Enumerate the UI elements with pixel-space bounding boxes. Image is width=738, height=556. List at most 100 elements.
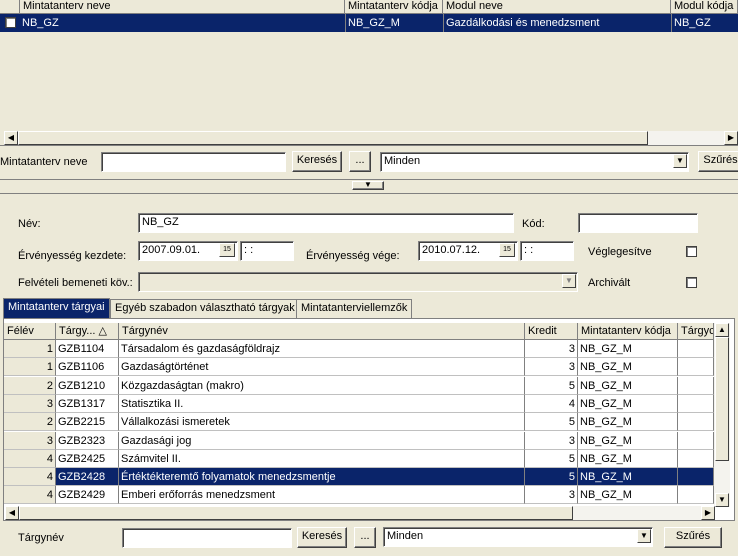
entry-select[interactable]: ▼	[138, 272, 578, 292]
table-row[interactable]: 1 GZB1106 Gazdaságtörténet 3 NB_GZ_M	[4, 358, 714, 377]
table-row[interactable]: 3 GZB1317 Statisztika II. 4 NB_GZ_M	[4, 394, 714, 413]
search-button[interactable]: Keresés	[292, 151, 342, 172]
cell-credit: 5	[525, 449, 578, 468]
cell-plan-code: NB_GZ_M	[578, 394, 678, 413]
finalized-checkbox[interactable]	[686, 246, 697, 257]
tab-characteristics[interactable]: Mintatanterviellemzők	[296, 299, 413, 318]
chevron-down-icon[interactable]: ▼	[637, 529, 651, 543]
scroll-left-icon[interactable]: ◀	[5, 506, 19, 520]
cell-semester: 3	[4, 394, 56, 413]
top-grid-row[interactable]: NB_GZ NB_GZ_M Gazdálkodási és menedzsmen…	[0, 14, 738, 32]
dots-button[interactable]: ...	[349, 151, 371, 172]
valid-to-date-field[interactable]: 2010.07.12. 15	[418, 241, 518, 261]
cell-plan-code: NB_GZ_M	[578, 376, 678, 395]
subject-grid: Félév Tárgy... △ Tárgynév Kredit Mintata…	[3, 318, 735, 521]
scroll-down-icon[interactable]: ▼	[715, 493, 729, 507]
scroll-up-icon[interactable]: ▲	[715, 323, 729, 337]
entry-label: Felvételi bemeneti köv.:	[18, 277, 133, 289]
cell-extra	[678, 358, 714, 377]
cell-plan-code: NB_GZ_M	[578, 358, 678, 377]
calendar-icon[interactable]: 15	[219, 243, 235, 257]
code-field[interactable]	[578, 213, 698, 233]
top-grid-header-code[interactable]: Mintatanterv kódja	[345, 0, 443, 14]
table-row[interactable]: 2 GZB2215 Vállalkozási ismeretek 5 NB_GZ_M	[4, 413, 714, 432]
table-row[interactable]: 1 GZB1104 Társadalom és gazdaságföldrajz 3 N…	[4, 340, 714, 358]
cell-code: GZB2428	[56, 468, 119, 487]
cell-credit: 4	[525, 394, 578, 413]
table-row[interactable]: 4 GZB2429 Emberi erőforrás menedzsment 3 NB_…	[4, 486, 714, 505]
valid-to-date-value: 2010.07.12.	[422, 244, 481, 256]
top-grid-hscrollbar[interactable]: ◀ ▶	[4, 131, 738, 145]
cell-code: GZB2215	[56, 413, 119, 432]
bottom-dots-button[interactable]: ...	[354, 527, 376, 548]
grid-vscrollbar[interactable]: ▲ ▼	[714, 323, 730, 507]
cell-semester: 4	[4, 486, 56, 505]
bottom-search-button[interactable]: Keresés	[297, 527, 347, 548]
bottom-filter-select[interactable]: Minden ▼	[383, 527, 653, 547]
cell-extra	[678, 468, 714, 487]
row-checkbox[interactable]	[5, 17, 16, 28]
cell-name: Statisztika II.	[119, 394, 525, 413]
cell-credit: 3	[525, 486, 578, 505]
filter-select[interactable]: Minden ▼	[380, 152, 689, 172]
top-grid-corner	[0, 0, 20, 14]
valid-from-date-field[interactable]: 2007.09.01. 15	[138, 241, 238, 261]
cell-semester: 3	[4, 431, 56, 450]
cell-semester: 2	[4, 376, 56, 395]
scroll-thumb[interactable]	[715, 337, 729, 461]
scroll-right-icon[interactable]: ▶	[701, 506, 715, 520]
tab-elective-subjects[interactable]: Egyéb szabadon választható tárgyak	[110, 299, 300, 318]
top-grid-header-module[interactable]: Modul neve	[443, 0, 671, 14]
cell-credit: 5	[525, 413, 578, 432]
top-grid-header-name[interactable]: Mintatanterv neve	[20, 0, 345, 14]
filter-select-value: Minden	[384, 155, 421, 167]
archived-checkbox[interactable]	[686, 277, 697, 288]
tab-subjects[interactable]: Mintatanterv tárgyai	[3, 298, 110, 318]
calendar-icon[interactable]: 15	[499, 243, 515, 257]
scroll-thumb[interactable]	[18, 131, 648, 145]
scroll-right-icon[interactable]: ▶	[724, 131, 738, 145]
grid-header-plan-code[interactable]: Mintatanterv kódja	[578, 323, 678, 340]
cell-plan-code: NB_GZ_M	[578, 486, 678, 505]
scroll-thumb[interactable]	[19, 506, 573, 520]
filter-button[interactable]: Szűrés	[698, 151, 738, 172]
cell-semester: 2	[4, 413, 56, 432]
name-field[interactable]: NB_GZ	[138, 213, 514, 233]
table-row[interactable]: 2 GZB1210 Közgazdaságtan (makro) 5 NB_GZ_M	[4, 376, 714, 395]
cell-credit: 3	[525, 358, 578, 377]
collapse-arrow-icon[interactable]: ▼	[352, 181, 384, 190]
table-row[interactable]: 4 GZB2428 Értéktékteremtő folyamatok mened…	[4, 468, 714, 487]
grid-header-credit[interactable]: Kredit	[525, 323, 578, 340]
grid-header-name[interactable]: Tárgynév	[119, 323, 525, 340]
valid-to-label: Érvényesség vége:	[306, 250, 400, 262]
cell-plan-code: NB_GZ_M	[578, 449, 678, 468]
cell-extra	[678, 394, 714, 413]
cell-name: Vállalkozási ismeretek	[119, 413, 525, 432]
grid-hscrollbar[interactable]: ◀ ▶	[5, 506, 715, 520]
bottom-filter-button[interactable]: Szűrés	[664, 527, 722, 548]
top-grid-header-module-code[interactable]: Modul kódja	[671, 0, 738, 14]
chevron-down-icon[interactable]: ▼	[673, 154, 687, 168]
archived-label: Archivált	[588, 277, 631, 289]
valid-to-time-field[interactable]: : :	[520, 241, 574, 261]
cell-name: Társadalom és gazdaságföldrajz	[119, 340, 525, 358]
grid-header-semester[interactable]: Félév	[4, 323, 56, 340]
grid-header-extra[interactable]: Tárgyc	[678, 323, 714, 340]
cell-semester: 1	[4, 358, 56, 377]
cell-name: Gazdasági jog	[119, 431, 525, 450]
cell-name: Számvitel II.	[119, 449, 525, 468]
grid-header-code[interactable]: Tárgy... △	[56, 323, 119, 340]
cell-code: GZB2323	[56, 431, 119, 450]
scroll-left-icon[interactable]: ◀	[4, 131, 18, 145]
cell-plan-code: NB_GZ_M	[578, 468, 678, 487]
cell-credit: 3	[525, 431, 578, 450]
table-row[interactable]: 3 GZB2323 Gazdasági jog 3 NB_GZ_M	[4, 431, 714, 450]
cell-plan-code: NB_GZ_M	[578, 413, 678, 432]
cell-extra	[678, 449, 714, 468]
chevron-down-icon[interactable]: ▼	[562, 274, 576, 288]
bottom-search-input[interactable]	[122, 528, 292, 548]
valid-from-time-field[interactable]: : :	[240, 241, 294, 261]
cell-name: Értéktékteremtő folyamatok menedzsmentje	[119, 468, 525, 487]
table-row[interactable]: 4 GZB2425 Számvitel II. 5 NB_GZ_M	[4, 449, 714, 468]
search-input[interactable]	[101, 152, 286, 172]
